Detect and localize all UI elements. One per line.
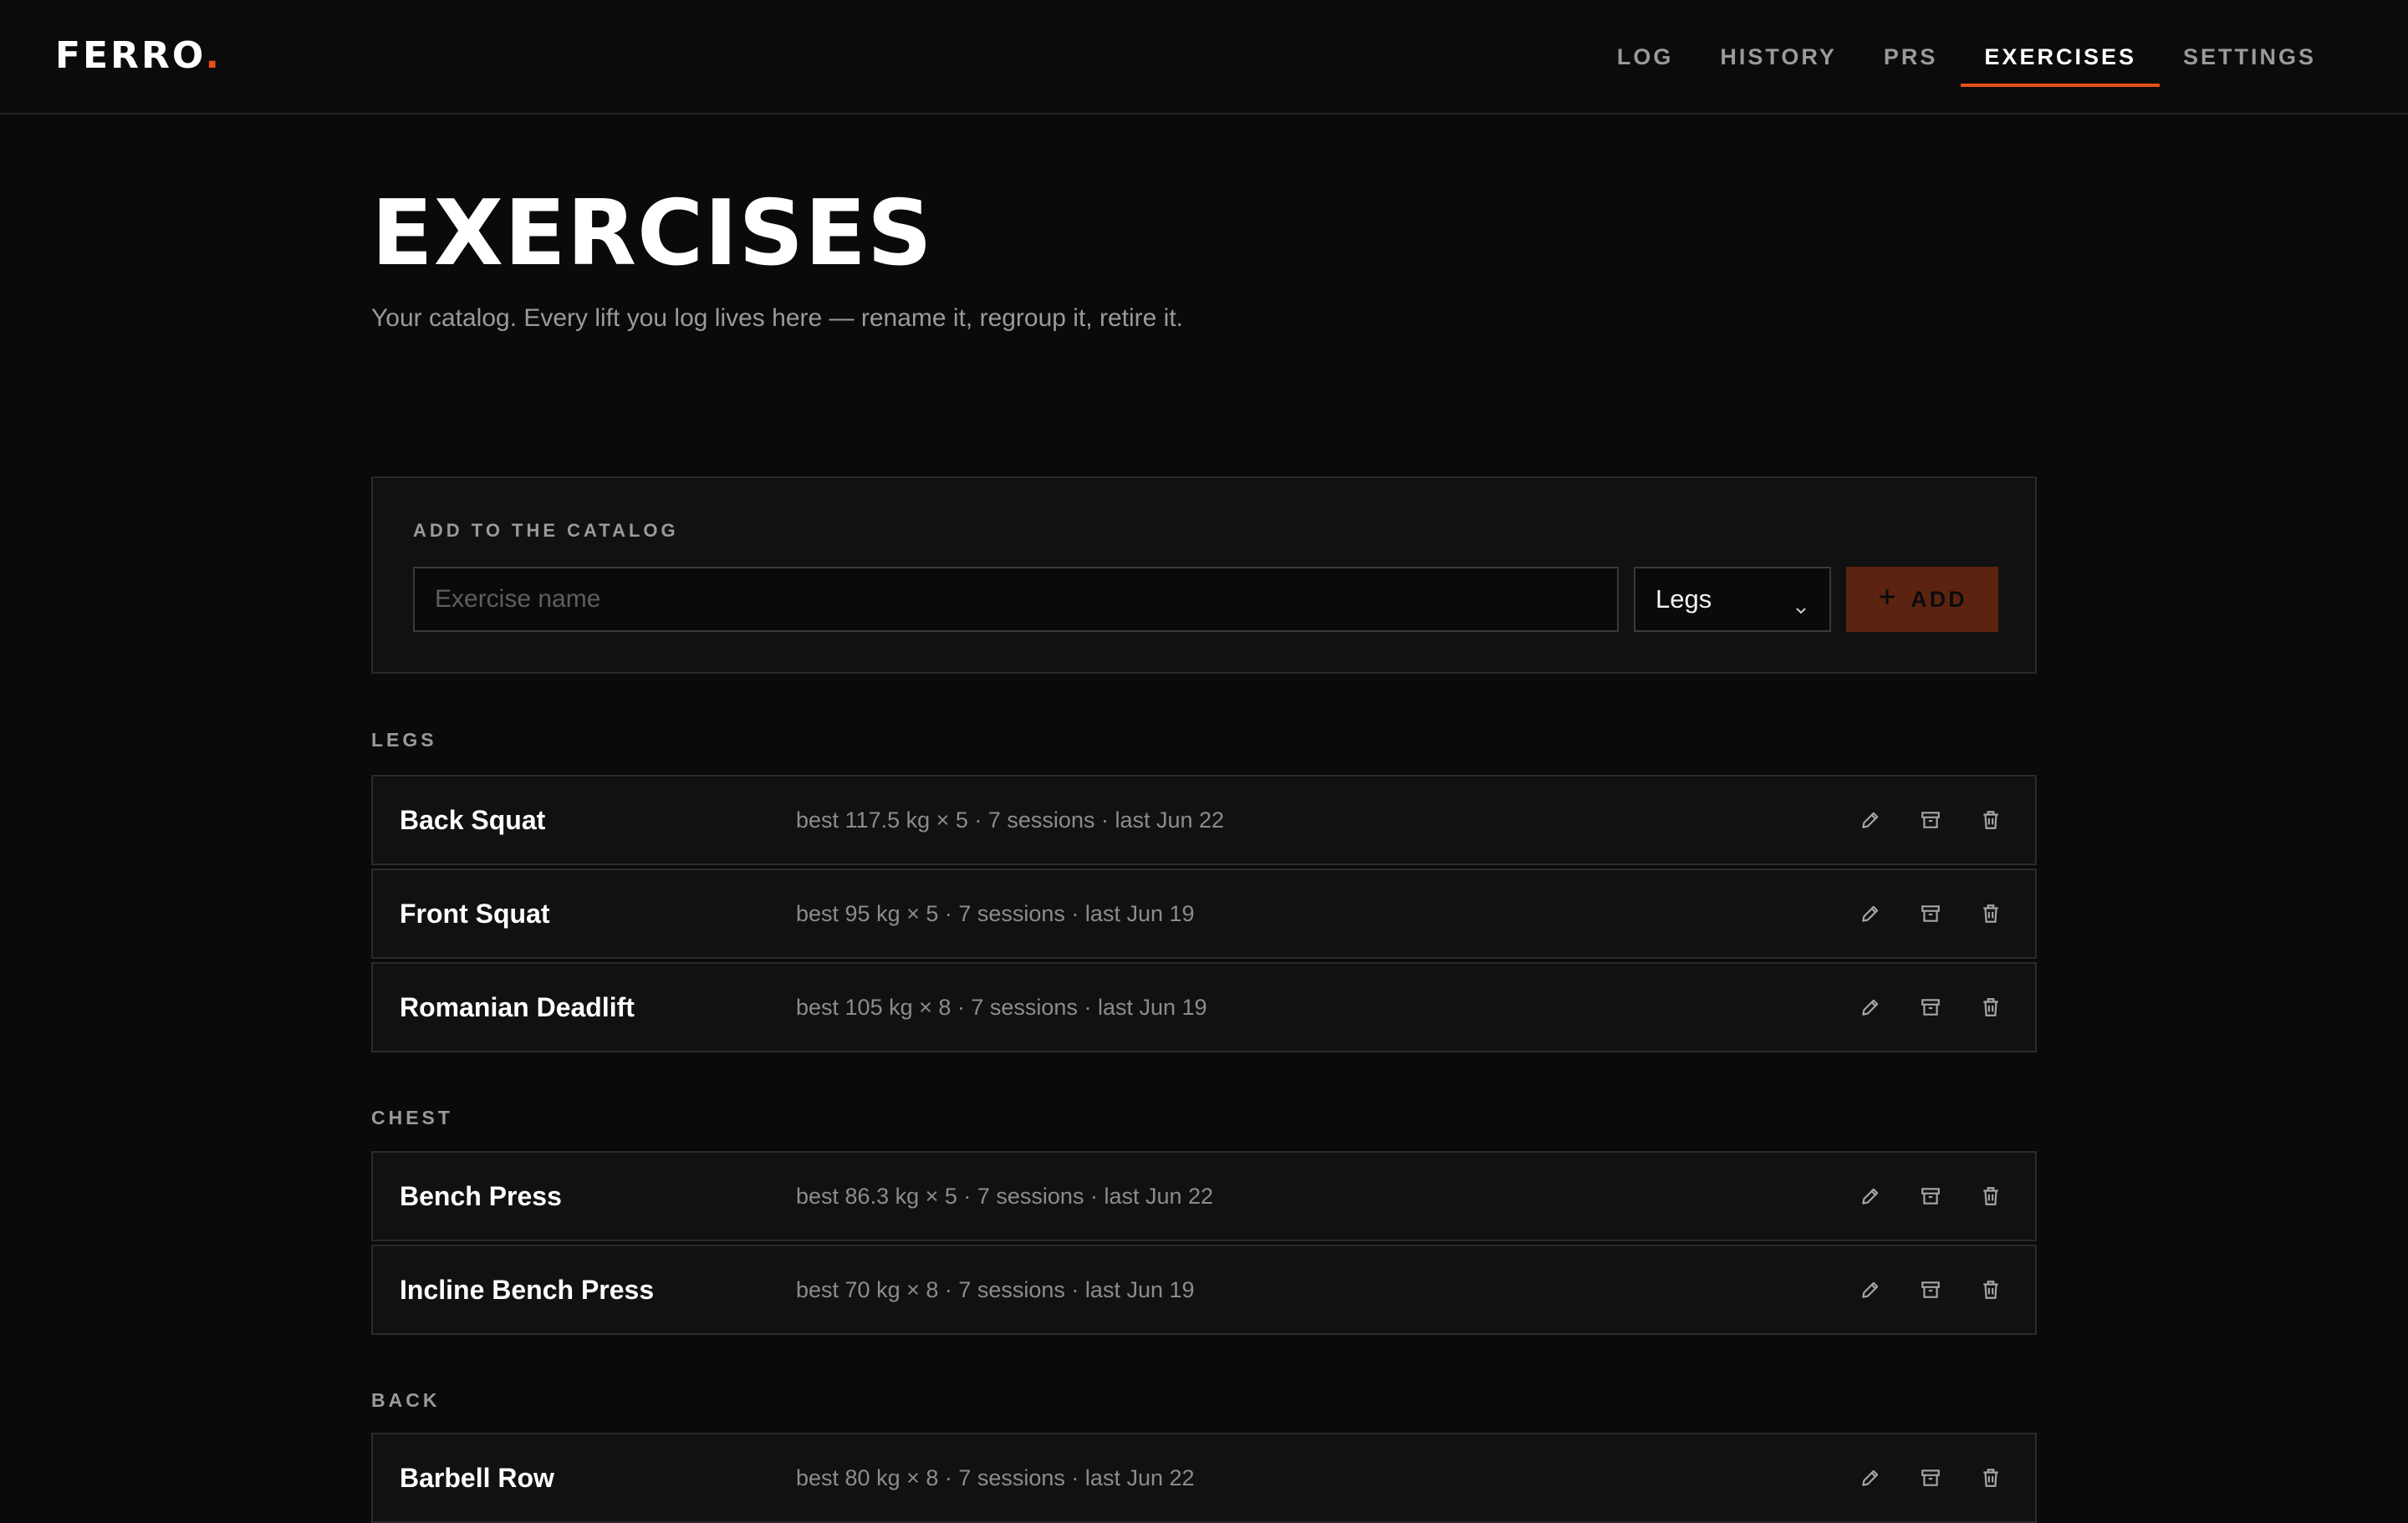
row-actions	[1860, 1434, 2002, 1521]
group-label-back: BACK	[371, 1389, 441, 1411]
top-bar: FERRO. LOG HISTORY PRS EXERCISES SETTING…	[0, 0, 2408, 115]
nav-item-history[interactable]: HISTORY	[1696, 0, 1860, 115]
trash-icon[interactable]	[1980, 903, 2002, 924]
archive-icon[interactable]	[1920, 1185, 1941, 1207]
group-select-value: Legs	[1656, 584, 1712, 614]
add-exercise-button[interactable]: ADD	[1846, 567, 1998, 632]
nav-item-exercises[interactable]: EXERCISES	[1961, 0, 2160, 115]
pencil-icon[interactable]	[1860, 903, 1881, 924]
row-actions	[1860, 777, 2002, 863]
archive-icon[interactable]	[1920, 903, 1941, 924]
exercise-name-input[interactable]	[413, 567, 1619, 632]
exercise-name: Back Squat	[400, 804, 546, 835]
logo[interactable]: FERRO.	[55, 35, 222, 77]
main-content: EXERCISES Your catalog. Every lift you l…	[371, 115, 2037, 1523]
nav-item-prs[interactable]: PRS	[1860, 0, 1962, 115]
archive-icon[interactable]	[1920, 809, 1941, 831]
add-button-label: ADD	[1911, 586, 1967, 612]
exercise-stats: best 117.5 kg × 5 · 7 sessions · last Ju…	[796, 807, 1225, 833]
exercise-stats: best 95 kg × 5 · 7 sessions · last Jun 1…	[796, 900, 1195, 926]
page-title: EXERCISES	[371, 181, 933, 286]
add-card-label: ADD TO THE CATALOG	[413, 520, 679, 541]
nav-item-settings[interactable]: SETTINGS	[2160, 0, 2339, 115]
pencil-icon[interactable]	[1860, 809, 1881, 831]
exercise-name: Incline Bench Press	[400, 1274, 655, 1305]
page-subtitle: Your catalog. Every lift you log lives h…	[371, 304, 1184, 332]
row-actions	[1860, 1246, 2002, 1333]
archive-icon[interactable]	[1920, 1467, 1941, 1489]
exercise-row[interactable]: Front Squat best 95 kg × 5 · 7 sessions …	[371, 868, 2037, 959]
group-label-legs: LEGS	[371, 729, 437, 751]
exercise-stats: best 80 kg × 8 · 7 sessions · last Jun 2…	[796, 1464, 1195, 1490]
exercise-stats: best 105 kg × 8 · 7 sessions · last Jun …	[796, 994, 1207, 1020]
exercise-name: Bench Press	[400, 1180, 562, 1211]
exercise-name: Romanian Deadlift	[400, 991, 635, 1022]
chevron-down-icon	[1794, 593, 1808, 614]
exercise-row[interactable]: Barbell Row best 80 kg × 8 · 7 sessions …	[371, 1433, 2037, 1523]
archive-icon[interactable]	[1920, 996, 1941, 1018]
archive-icon[interactable]	[1920, 1279, 1941, 1301]
pencil-icon[interactable]	[1860, 1185, 1881, 1207]
plus-icon	[1877, 587, 1897, 613]
trash-icon[interactable]	[1980, 1467, 2002, 1489]
group-label-chest: CHEST	[371, 1107, 453, 1128]
pencil-icon[interactable]	[1860, 1279, 1881, 1301]
row-actions	[1860, 964, 2002, 1051]
trash-icon[interactable]	[1980, 1185, 2002, 1207]
exercise-row[interactable]: Back Squat best 117.5 kg × 5 · 7 session…	[371, 775, 2037, 865]
exercise-row[interactable]: Bench Press best 86.3 kg × 5 · 7 session…	[371, 1151, 2037, 1241]
logo-text: FERRO	[55, 34, 206, 77]
trash-icon[interactable]	[1980, 1279, 2002, 1301]
add-exercise-card: ADD TO THE CATALOG Legs ADD	[371, 476, 2037, 674]
group-select[interactable]: Legs	[1634, 567, 1831, 632]
exercise-name: Front Squat	[400, 898, 550, 929]
pencil-icon[interactable]	[1860, 1467, 1881, 1489]
nav-item-log[interactable]: LOG	[1594, 0, 1697, 115]
trash-icon[interactable]	[1980, 996, 2002, 1018]
main-nav: LOG HISTORY PRS EXERCISES SETTINGS	[1594, 0, 2339, 115]
trash-icon[interactable]	[1980, 809, 2002, 831]
pencil-icon[interactable]	[1860, 996, 1881, 1018]
exercise-row[interactable]: Romanian Deadlift best 105 kg × 8 · 7 se…	[371, 962, 2037, 1052]
row-actions	[1860, 1153, 2002, 1240]
logo-dot: .	[205, 34, 222, 77]
exercise-name: Barbell Row	[400, 1462, 554, 1493]
exercise-row[interactable]: Incline Bench Press best 70 kg × 8 · 7 s…	[371, 1245, 2037, 1335]
exercise-stats: best 70 kg × 8 · 7 sessions · last Jun 1…	[796, 1276, 1195, 1302]
row-actions	[1860, 870, 2002, 957]
exercise-stats: best 86.3 kg × 5 · 7 sessions · last Jun…	[796, 1183, 1214, 1209]
